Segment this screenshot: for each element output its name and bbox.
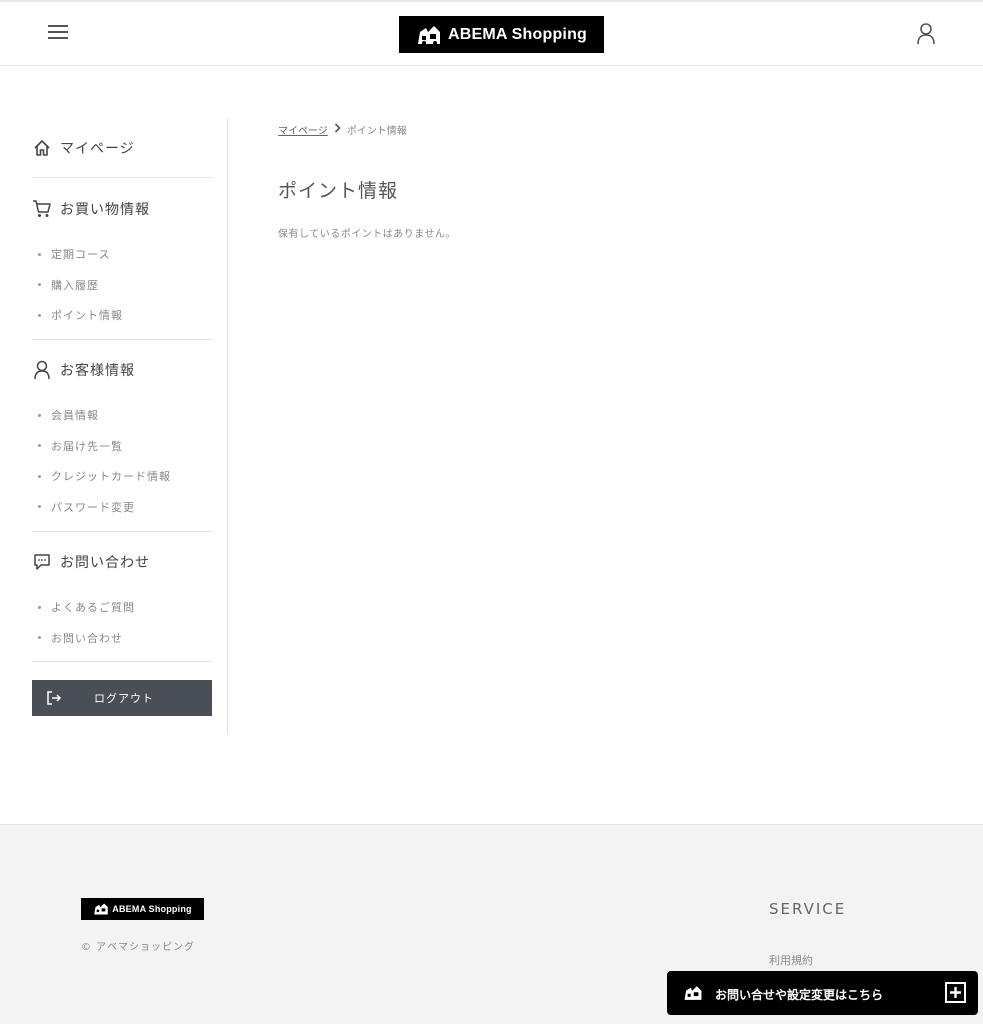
sidebar-item-label: ポイント情報 — [51, 309, 123, 323]
site-header: ABEMA Shopping — [0, 0, 983, 66]
sidebar-item-label: お問い合わせ — [51, 631, 123, 645]
bullet — [38, 636, 41, 640]
sidebar-section-contact: お問い合わせ よくあるご質問 お問い合わせ — [32, 532, 212, 662]
cart-icon — [32, 199, 52, 219]
bullet — [38, 252, 41, 256]
sidebar-item-purchase-history[interactable]: 購入履歴 — [32, 270, 212, 301]
sidebar-item-credit-card[interactable]: クレジットカード情報 — [32, 461, 212, 492]
sidebar-item-points[interactable]: ポイント情報 — [32, 300, 212, 331]
footer-terms-link[interactable]: 利用規約 — [769, 952, 813, 968]
bullet — [38, 283, 41, 287]
sidebar-item-label: クレジットカード情報 — [51, 470, 171, 484]
sidebar-section-shopping: お買い物情報 定期コース 購入履歴 ポイント情報 — [32, 179, 212, 340]
expand-plus-icon[interactable] — [945, 982, 966, 1003]
logo-text: ABEMA Shopping — [112, 904, 192, 914]
breadcrumb-mypage-link[interactable]: マイページ — [278, 122, 328, 137]
sidebar-item-member-info[interactable]: 会員情報 — [32, 400, 212, 431]
section-title: お客様情報 — [60, 363, 135, 379]
bullet — [38, 313, 41, 317]
sidebar-item-subscription[interactable]: 定期コース — [32, 239, 212, 270]
sidebar-item-password[interactable]: パスワード変更 — [32, 492, 212, 523]
breadcrumb: マイページ ポイント情報 — [278, 122, 407, 137]
mypage-sidebar: マイページ お買い物情報 定期コース 購入履歴 ポイント情報 お客様情報 会員情… — [32, 118, 228, 734]
bullet — [38, 444, 41, 448]
sidebar-item-label: 会員情報 — [51, 409, 99, 423]
bullet — [38, 505, 41, 509]
breadcrumb-current: ポイント情報 — [346, 126, 407, 137]
sidebar-item-addresses[interactable]: お届け先一覧 — [32, 431, 212, 462]
sidebar-item-mypage[interactable]: マイページ — [32, 118, 212, 178]
home-icon — [32, 138, 52, 158]
logout-icon — [46, 690, 62, 710]
site-logo[interactable]: ABEMA Shopping — [399, 16, 604, 53]
contact-banner-label: お問い合せや設定変更はこちら — [715, 988, 884, 1002]
sidebar-item-label: 定期コース — [51, 248, 111, 262]
person-icon — [32, 360, 52, 380]
section-title: お問い合わせ — [60, 555, 150, 571]
footer-service-heading: SERVICE — [769, 900, 847, 918]
bullet — [38, 413, 41, 417]
footer-logo[interactable]: ABEMA Shopping — [81, 898, 204, 920]
copyright-text: © アベマショッピング — [81, 942, 195, 953]
sidebar-item-label: マイページ — [60, 141, 135, 157]
sidebar-section-customer: お客様情報 会員情報 お届け先一覧 クレジットカード情報 パスワード変更 — [32, 340, 212, 532]
contact-settings-banner[interactable]: お問い合せや設定変更はこちら — [667, 971, 978, 1015]
abema-logo-icon — [94, 903, 109, 915]
abema-logo-icon — [417, 25, 440, 45]
page-title: ポイント情報 — [278, 180, 399, 202]
sidebar-item-contact[interactable]: お問い合わせ — [32, 623, 212, 654]
sidebar-item-faq[interactable]: よくあるご質問 — [32, 592, 212, 623]
logout-button[interactable]: ログアウト — [32, 680, 212, 716]
sidebar-item-label: 購入履歴 — [51, 278, 99, 292]
user-account-icon[interactable] — [915, 22, 937, 46]
chat-bubble-icon — [32, 552, 52, 572]
sidebar-item-label: パスワード変更 — [51, 500, 135, 514]
bullet — [38, 474, 41, 478]
section-title: お買い物情報 — [60, 202, 150, 218]
bullet — [38, 605, 41, 609]
chevron-right-icon — [334, 123, 341, 136]
empty-points-message: 保有しているポイントはありません。 — [278, 229, 456, 240]
abema-logo-icon — [683, 984, 703, 1006]
sidebar-item-label: お届け先一覧 — [51, 439, 123, 453]
sidebar-item-label: よくあるご質問 — [51, 601, 135, 615]
logo-text: ABEMA Shopping — [447, 25, 588, 43]
hamburger-menu-icon[interactable] — [48, 23, 68, 41]
logout-label: ログアウト — [94, 692, 154, 705]
